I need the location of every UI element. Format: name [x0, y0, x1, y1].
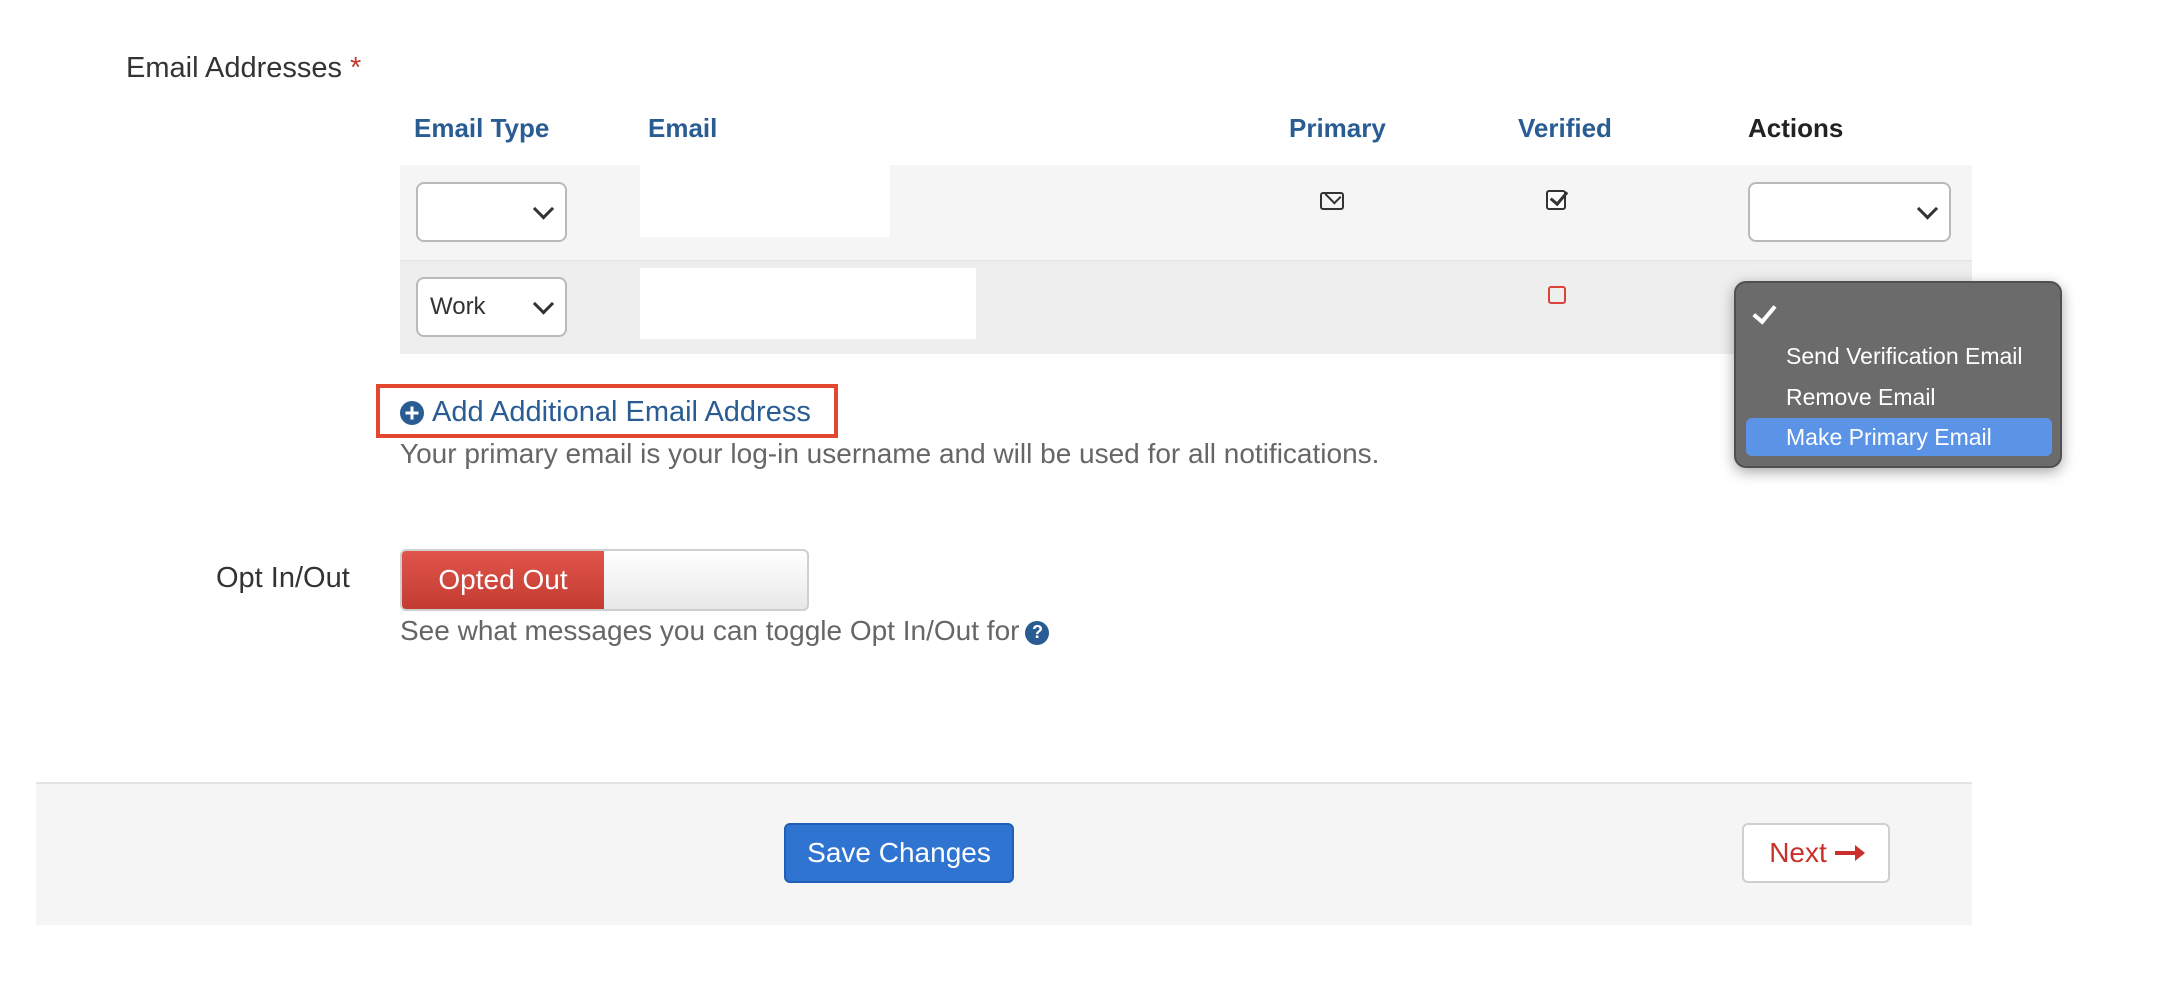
save-changes-button[interactable]: Save Changes [784, 823, 1014, 883]
column-actions: Actions [1748, 113, 1844, 143]
email-type-select[interactable] [416, 182, 567, 242]
envelope-icon[interactable] [1320, 192, 1344, 210]
unchecked-square-icon[interactable] [1548, 286, 1566, 304]
email-help-text: Your primary email is your log-in userna… [400, 438, 1380, 469]
column-email: Email [648, 113, 718, 143]
column-verified: Verified [1518, 113, 1612, 143]
opt-help-text-content: See what messages you can toggle Opt In/… [400, 615, 1020, 646]
checked-square-icon [1546, 190, 1566, 210]
chevron-down-icon [1916, 198, 1939, 220]
opted-out-state: Opted Out [402, 551, 604, 609]
add-email-link-text: Add Additional Email Address [432, 396, 811, 428]
email-input[interactable] [640, 165, 890, 237]
actions-select[interactable] [1748, 182, 1951, 242]
next-button[interactable]: Next [1742, 823, 1890, 883]
opt-help-text: See what messages you can toggle Opt In/… [400, 615, 1050, 647]
arrow-right-icon [1834, 845, 1865, 861]
dropdown-option-remove-email[interactable]: Remove Email [1746, 378, 2052, 416]
dropdown-option-blank[interactable] [1746, 295, 2052, 333]
add-email-link[interactable]: Add Additional Email Address [400, 396, 811, 429]
email-addresses-label: Email Addresses * [126, 52, 361, 85]
next-button-label: Next [1769, 837, 1827, 868]
email-input[interactable] [640, 268, 976, 339]
email-type-value: Work [430, 293, 486, 320]
chevron-down-icon [532, 198, 555, 220]
chevron-down-icon [532, 293, 555, 315]
plus-circle-icon [400, 400, 424, 425]
email-type-select[interactable]: Work [416, 277, 567, 337]
actions-dropdown-menu: Send Verification Email Remove Email Mak… [1734, 281, 2062, 468]
opt-toggle[interactable]: Opted Out [400, 549, 809, 611]
column-email-type: Email Type [414, 113, 550, 143]
dropdown-option-make-primary[interactable]: Make Primary Email [1746, 418, 2052, 456]
email-row [400, 165, 1972, 262]
dropdown-option-send-verification[interactable]: Send Verification Email [1746, 337, 2052, 375]
question-circle-icon[interactable]: ? [1025, 620, 1050, 645]
required-marker: * [350, 52, 362, 84]
email-addresses-label-text: Email Addresses [126, 52, 342, 84]
column-primary: Primary [1289, 113, 1386, 143]
opt-in-out-label: Opt In/Out [216, 562, 350, 594]
